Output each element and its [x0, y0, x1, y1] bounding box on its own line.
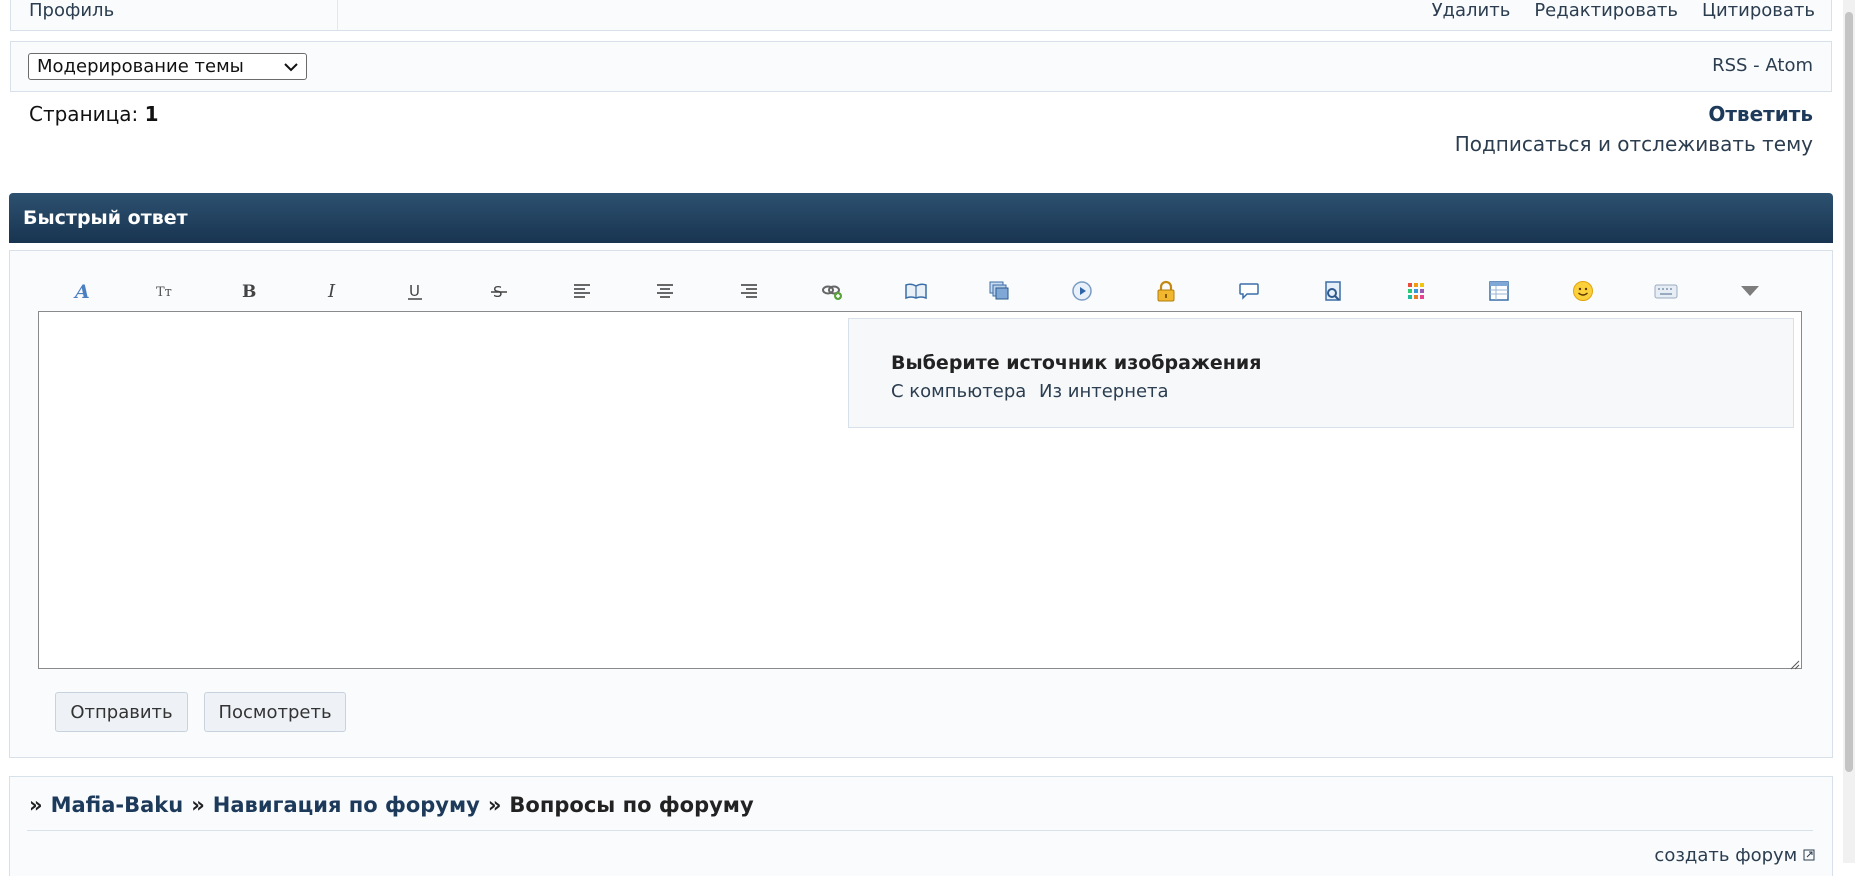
moderation-select-value: Модерирование темы — [37, 56, 244, 77]
from-computer-link[interactable]: С компьютера — [891, 381, 1026, 402]
more-icon[interactable] — [1708, 273, 1791, 309]
breadcrumb-forum-link[interactable]: Mafia-Baku — [51, 793, 184, 817]
preview-button[interactable]: Посмотреть — [204, 692, 346, 732]
quick-reply-header: Быстрый ответ — [9, 193, 1833, 243]
smiley-icon[interactable] — [1541, 273, 1624, 309]
image-book-icon[interactable] — [874, 273, 957, 309]
page-current: 1 — [144, 102, 159, 126]
page-label: Страница: — [29, 102, 139, 126]
spoiler-icon[interactable] — [1291, 273, 1374, 309]
breadcrumb-panel — [9, 776, 1833, 876]
quote-icon[interactable] — [1207, 273, 1290, 309]
image-source-title: Выберите источник изображения — [891, 352, 1262, 374]
italic-icon[interactable]: I — [290, 273, 373, 309]
breadcrumb-separator: » — [191, 793, 205, 817]
underline-icon[interactable]: U — [374, 273, 457, 309]
strikethrough-icon[interactable]: S — [457, 273, 540, 309]
table-icon[interactable] — [1458, 273, 1541, 309]
svg-text:A: A — [73, 281, 90, 301]
scrollbar-thumb[interactable] — [1845, 12, 1853, 772]
svg-text:Tт: Tт — [156, 285, 172, 300]
send-button[interactable]: Отправить — [55, 692, 188, 732]
breadcrumb-separator: » — [29, 793, 43, 817]
video-icon[interactable] — [1041, 273, 1124, 309]
delete-link[interactable]: Удалить — [1432, 0, 1511, 21]
lock-icon[interactable] — [1124, 273, 1207, 309]
align-center-icon[interactable] — [624, 273, 707, 309]
quick-reply-title: Быстрый ответ — [23, 207, 188, 229]
rss-link[interactable]: RSS - Atom — [1712, 55, 1813, 76]
align-right-icon[interactable] — [707, 273, 790, 309]
keyboard-icon[interactable] — [1624, 273, 1707, 309]
align-left-icon[interactable] — [540, 273, 623, 309]
breadcrumb-section-link[interactable]: Навигация по форуму — [213, 793, 480, 817]
profile-link[interactable]: Профиль — [29, 0, 114, 21]
divider — [337, 0, 338, 30]
quote-link[interactable]: Цитировать — [1702, 0, 1815, 21]
edit-link[interactable]: Редактировать — [1534, 0, 1678, 21]
svg-text:U: U — [409, 282, 420, 300]
moderation-select[interactable]: Модерирование темы — [28, 53, 307, 80]
svg-text:I: I — [327, 281, 336, 301]
divider — [27, 830, 1813, 831]
font-size-icon[interactable]: Tт — [123, 273, 206, 309]
editor-toolbar: A Tт B I U S — [40, 273, 1820, 309]
color-palette-icon[interactable] — [1374, 273, 1457, 309]
breadcrumb: » Mafia-Baku » Навигация по форуму » Воп… — [29, 793, 754, 817]
subscribe-link[interactable]: Подписаться и отслеживать тему — [1455, 132, 1813, 156]
gallery-icon[interactable] — [957, 273, 1040, 309]
from-internet-link[interactable]: Из интернета — [1039, 381, 1169, 402]
bold-icon[interactable]: B — [207, 273, 290, 309]
page-indicator: Страница: 1 — [29, 102, 159, 126]
reply-link[interactable]: Ответить — [1708, 102, 1813, 126]
chevron-down-icon — [284, 56, 298, 77]
link-icon[interactable] — [791, 273, 874, 309]
resize-handle-icon[interactable] — [1788, 655, 1800, 670]
post-actions: Удалить Редактировать Цитировать — [1432, 0, 1815, 21]
svg-text:B: B — [242, 282, 256, 301]
breadcrumb-separator: » — [487, 793, 502, 817]
font-color-icon[interactable]: A — [40, 273, 123, 309]
breadcrumb-current: Вопросы по форуму — [509, 793, 754, 817]
